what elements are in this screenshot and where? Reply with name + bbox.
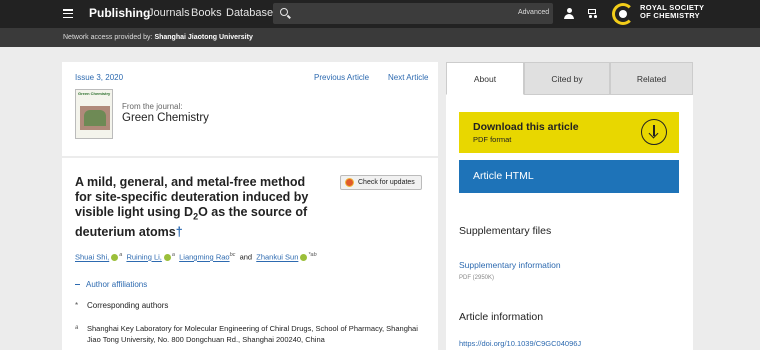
download-format: PDF format (473, 135, 512, 144)
shopping-cart-icon[interactable] (586, 8, 597, 18)
corresponding-star: * (75, 301, 79, 310)
rsc-logo-icon[interactable] (612, 3, 634, 25)
logo-line-2: OF CHEMISTRY (640, 11, 700, 20)
author-affiliation-sup: *ab (308, 252, 317, 258)
supplementary-information-link[interactable]: Supplementary information (459, 260, 561, 270)
affiliations-toggle-label: Author affiliations (86, 280, 148, 289)
search-input[interactable] (273, 3, 553, 24)
orcid-icon[interactable] (163, 254, 171, 262)
author-link[interactable]: Liangming Rao (179, 253, 229, 262)
author-list: Shuai Shi, a Ruining Li, a Liangming Raobc… (75, 252, 317, 262)
hamburger-menu-icon[interactable] (63, 9, 73, 18)
access-institution: Shanghai Jiaotong University (154, 34, 253, 41)
check-for-updates-button[interactable]: Check for updates (340, 175, 422, 190)
esi-dagger-link[interactable]: † (176, 225, 183, 239)
article-card: A mild, general, and metal-free method f… (62, 158, 438, 350)
publishing-brand-link[interactable]: Publishing (89, 6, 150, 20)
nav-journals-link[interactable]: Journals (148, 7, 190, 19)
rsc-logo-text[interactable]: ROYAL SOCIETY OF CHEMISTRY (640, 4, 704, 20)
author-affiliations-toggle[interactable]: Author affiliations (75, 280, 147, 289)
download-arrow-icon (641, 119, 667, 145)
next-article-link[interactable]: Next Article (388, 73, 428, 82)
author-link[interactable]: Shuai Shi, (75, 253, 109, 262)
user-account-icon[interactable] (564, 8, 574, 19)
tab-cited-by[interactable]: Cited by (524, 62, 610, 95)
download-article-button[interactable]: Download this article PDF format (459, 112, 679, 153)
affiliation-label: a (75, 325, 79, 331)
supplementary-files-heading: Supplementary files (459, 225, 552, 237)
journal-cover-image[interactable]: Green Chemistry (75, 89, 113, 139)
doi-link[interactable]: https://doi.org/10.1039/C9GC04096J (459, 339, 581, 348)
article-html-label: Article HTML (473, 170, 534, 182)
from-journal-label: From the journal: (122, 102, 183, 111)
previous-article-link[interactable]: Previous Article (314, 73, 369, 82)
article-html-button[interactable]: Article HTML (459, 160, 679, 193)
and-word: and (239, 252, 253, 262)
collapse-minus-icon (75, 284, 80, 286)
cover-title: Green Chemistry (78, 91, 111, 96)
access-prefix: Network access provided by: (63, 34, 153, 41)
advanced-search-link[interactable]: Advanced (518, 9, 549, 16)
download-title: Download this article (473, 121, 579, 133)
author-affiliation-sup: bc (229, 252, 236, 258)
orcid-icon[interactable] (300, 254, 308, 262)
corresponding-label: Corresponding authors (87, 301, 169, 310)
supplementary-file-size: PDF (2950K) (459, 275, 495, 281)
network-access-text: Network access provided by: Shanghai Jia… (63, 34, 253, 41)
article-information-heading: Article information (459, 311, 544, 323)
article-title: A mild, general, and metal-free method f… (75, 175, 325, 240)
author-link[interactable]: Zhankui Sun (256, 253, 298, 262)
affiliation-text: Shanghai Key Laboratory for Molecular En… (87, 324, 418, 344)
about-panel: Download this article PDF format Article… (446, 95, 693, 350)
article-tabs: About Cited by Related (446, 62, 693, 95)
affiliation-a: a Shanghai Key Laboratory for Molecular E… (75, 323, 435, 345)
tab-about[interactable]: About (446, 62, 524, 95)
check-updates-label: Check for updates (358, 179, 415, 186)
nav-databases-link[interactable]: Databases (226, 7, 279, 19)
nav-books-link[interactable]: Books (191, 7, 222, 19)
journal-info-card: Issue 3, 2020 Previous Article Next Arti… (62, 62, 438, 156)
author-link[interactable]: Ruining Li, (126, 253, 161, 262)
orcid-icon[interactable] (111, 254, 119, 262)
corresponding-authors-note: * Corresponding authors (75, 301, 168, 310)
author-affiliation-sup: a (171, 252, 175, 258)
top-navigation-bar: Publishing Journals Books Databases Adva… (0, 0, 760, 28)
tab-related[interactable]: Related (610, 62, 693, 95)
crossmark-icon (345, 178, 354, 187)
search-icon[interactable] (280, 8, 288, 16)
journal-name-link[interactable]: Green Chemistry (122, 112, 209, 124)
network-access-bar: Network access provided by: Shanghai Jia… (0, 28, 760, 47)
issue-link[interactable]: Issue 3, 2020 (75, 73, 123, 82)
author-affiliation-sup: a (119, 252, 123, 258)
